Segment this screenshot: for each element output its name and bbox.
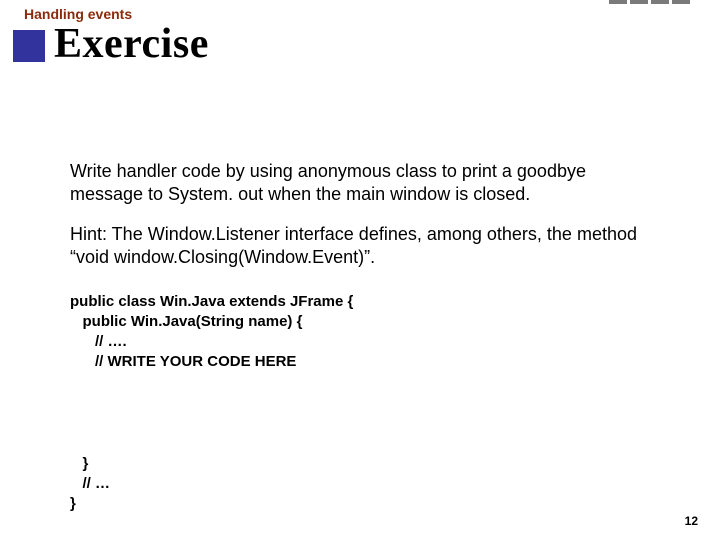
stripe xyxy=(672,0,690,4)
accent-square-icon xyxy=(13,30,45,62)
code-line: // … xyxy=(70,475,110,492)
stripe xyxy=(609,0,627,4)
code-line: public class Win.Java extends JFrame { xyxy=(70,293,353,310)
code-line: } xyxy=(70,495,76,512)
code-line: public Win.Java(String name) { xyxy=(70,313,302,330)
stripe xyxy=(651,0,669,4)
code-block: public class Win.Java extends JFrame { p… xyxy=(70,292,660,515)
slide-header: Handling events Exercise xyxy=(0,0,720,98)
page-number: 12 xyxy=(685,514,698,528)
instruction-text: Write handler code by using anonymous cl… xyxy=(70,160,660,207)
decorative-stripes xyxy=(609,0,690,4)
code-line: } xyxy=(70,455,88,472)
code-line: // …. xyxy=(70,333,127,350)
hint-text: Hint: The Window.Listener interface defi… xyxy=(70,223,660,270)
slide-body: Write handler code by using anonymous cl… xyxy=(70,160,660,514)
code-line: // WRITE YOUR CODE HERE xyxy=(70,353,296,370)
slide: Handling events Exercise Write handler c… xyxy=(0,0,720,540)
slide-title: Exercise xyxy=(54,20,209,68)
stripe xyxy=(630,0,648,4)
gradient-band xyxy=(0,64,720,104)
